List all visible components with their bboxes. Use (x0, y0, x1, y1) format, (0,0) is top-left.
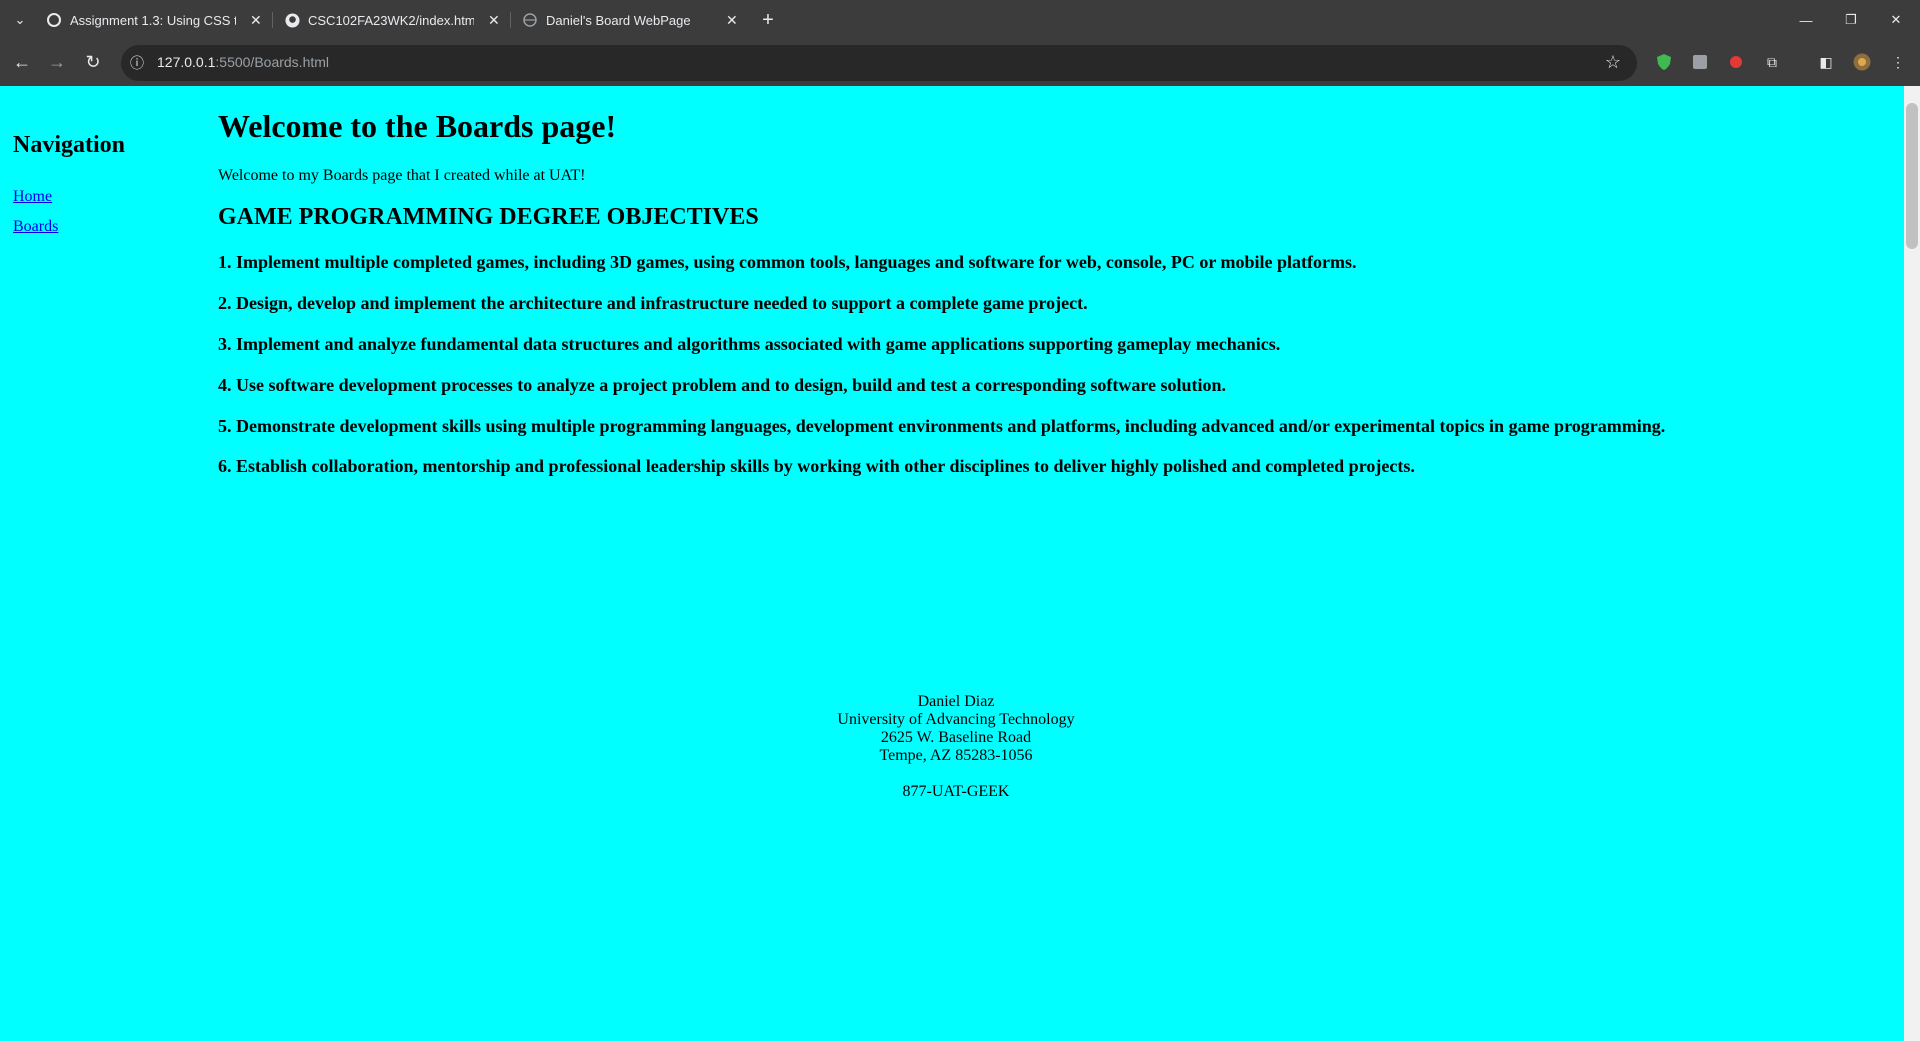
footer-school: University of Advancing Technology (837, 711, 1075, 728)
tab-1[interactable]: Assignment 1.3: Using CSS to m ✕ (46, 0, 264, 40)
record-extension-icon[interactable] (1726, 52, 1746, 72)
tab-separator (272, 12, 273, 28)
tab-2[interactable]: CSC102FA23WK2/index.html at ✕ (284, 0, 502, 40)
sidebar-link-home[interactable]: Home (13, 188, 52, 206)
page-viewport: Navigation Home Boards Welcome to the Bo… (0, 86, 1904, 1041)
footer-city: Tempe, AZ 85283-1056 (879, 747, 1033, 764)
tab-title: CSC102FA23WK2/index.html at (308, 12, 474, 28)
objective-item: 2. Design, develop and implement the arc… (218, 293, 1088, 313)
url-text[interactable]: 127.0.0.1:5500/Boards.html (157, 54, 329, 70)
page-title: Welcome to the Boards page! (218, 108, 617, 144)
close-tab-icon[interactable]: ✕ (488, 12, 500, 29)
tab-title: Assignment 1.3: Using CSS to m (70, 12, 236, 28)
close-tab-icon[interactable]: ✕ (726, 12, 738, 29)
sidebar-heading: Navigation (13, 132, 126, 158)
objective-item: 3. Implement and analyze fundamental dat… (218, 334, 1281, 354)
restore-icon[interactable]: ❐ (1841, 0, 1861, 40)
canvas-icon (46, 12, 62, 28)
globe-icon (522, 12, 538, 28)
github-icon (284, 12, 300, 28)
tab-separator (510, 12, 511, 28)
objective-item: 6. Establish collaboration, mentorship a… (218, 456, 1415, 476)
url-path: :5500/Boards.html (215, 54, 330, 70)
reload-icon[interactable]: ↻ (82, 51, 104, 73)
forward-arrow-icon[interactable]: → (46, 51, 68, 73)
objective-item: 1. Implement multiple completed games, i… (218, 252, 1357, 272)
profile-avatar[interactable] (1852, 52, 1872, 72)
objective-item: 4. Use software development processes to… (218, 375, 1226, 395)
back-arrow-icon[interactable]: ← (11, 51, 33, 73)
extensions-puzzle-icon[interactable]: ⧉ (1762, 52, 1782, 72)
objectives-heading: GAME PROGRAMMING DEGREE OBJECTIVES (218, 204, 759, 230)
scrollbar-thumb[interactable] (1906, 103, 1918, 249)
minimize-icon[interactable]: — (1796, 0, 1816, 40)
tab-strip: ⌄ Assignment 1.3: Using CSS to m ✕ CSC10… (0, 0, 1920, 40)
more-menu-icon[interactable]: ⋮ (1888, 52, 1908, 72)
tab-search-chevron-icon[interactable]: ⌄ (8, 0, 32, 40)
close-window-icon[interactable]: ✕ (1886, 0, 1906, 40)
sidebar-link-boards[interactable]: Boards (13, 218, 58, 236)
new-tab-plus-icon[interactable]: + (758, 0, 778, 40)
site-info-icon[interactable]: ⓘ (126, 52, 148, 74)
url-host: 127.0.0.1 (157, 54, 216, 70)
tab-title: Daniel's Board WebPage (546, 12, 691, 28)
footer-name: Daniel Diaz (917, 693, 995, 710)
side-panel-icon[interactable]: ◧ (1816, 52, 1836, 72)
translate-extension-icon[interactable] (1690, 52, 1710, 72)
tab-3-active[interactable]: Daniel's Board WebPage ✕ (522, 0, 740, 40)
bookmark-star-icon[interactable]: ☆ (1602, 51, 1624, 73)
shield-extension-icon[interactable] (1654, 52, 1674, 72)
address-bar[interactable] (121, 45, 1637, 81)
close-tab-icon[interactable]: ✕ (250, 12, 262, 29)
intro-text: Welcome to my Boards page that I created… (218, 167, 586, 184)
footer-phone: 877-UAT-GEEK (902, 783, 1010, 800)
footer-street: 2625 W. Baseline Road (880, 729, 1032, 746)
objective-item: 5. Demonstrate development skills using … (218, 416, 1666, 436)
